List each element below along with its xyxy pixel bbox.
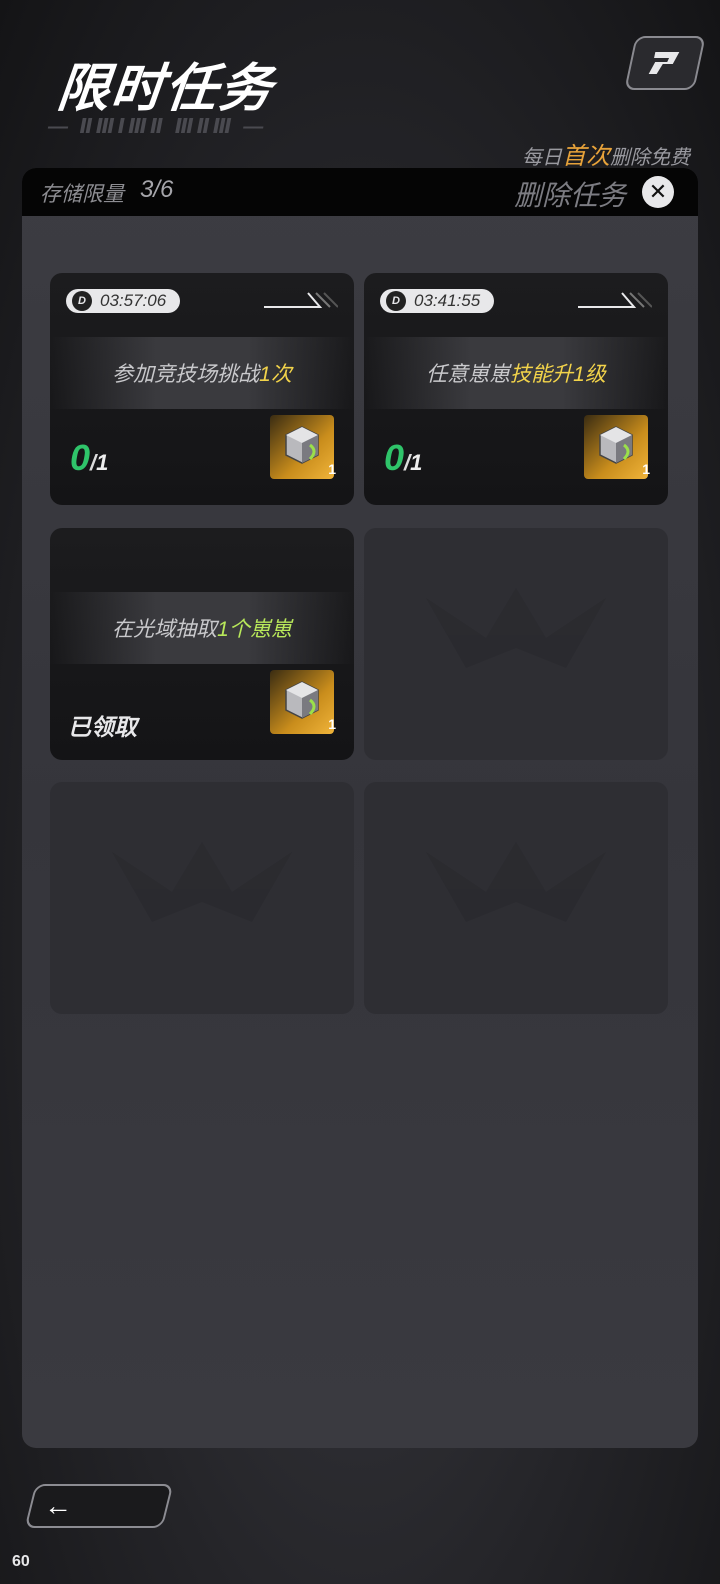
reward-item[interactable] [584, 415, 648, 479]
task-text-highlight: 技能升1级 [510, 363, 606, 386]
clock-icon: D [72, 291, 92, 311]
task-description: 参加竞技场挑战 1次 [50, 337, 354, 409]
timer-text: 03:57:06 [100, 291, 167, 310]
task-card[interactable]: D 03:57:06 参加竞技场挑战 1次 0/1 1 [50, 273, 354, 505]
emblem-watermark-icon [112, 842, 292, 922]
task-card[interactable]: D 03:41:55 任意崽崽 技能升1级 0/1 1 [364, 273, 668, 505]
task-description: 在光域抽取 1个崽崽 [50, 592, 354, 664]
free-note-suffix: 删除免费 [610, 147, 690, 169]
task-progress: 0/1 [70, 437, 109, 478]
task-timer: D 03:41:55 [380, 289, 495, 313]
reward-item[interactable] [270, 415, 334, 479]
task-timer: D 03:57:06 [66, 289, 181, 313]
progress-total: 1 [410, 450, 423, 475]
progress-current: 0 [70, 437, 91, 478]
menu-logo-button[interactable] [624, 36, 706, 90]
free-note-prefix: 每日 [522, 147, 562, 169]
task-text-highlight: 1个崽崽 [217, 618, 292, 641]
emblem-watermark-icon [426, 842, 606, 922]
fps-counter: 60 [12, 1553, 30, 1570]
close-icon: ✕ [648, 179, 668, 204]
empty-task-slot [50, 782, 354, 1014]
arrow-decoration-icon [578, 292, 652, 308]
title-decoration: — ⅡⅢⅠⅢⅡ ⅢⅡⅢ — [48, 116, 267, 138]
reward-count: 1 [328, 461, 336, 477]
delete-task-label[interactable]: 删除任务 [514, 174, 626, 214]
progress-current: 0 [384, 437, 405, 478]
arrow-decoration-icon [264, 292, 338, 308]
free-delete-note: 每日首次删除免费 [522, 136, 690, 171]
brand-logo-icon [648, 52, 680, 74]
storage-count: 3/6 [140, 176, 174, 203]
task-text-plain: 任意崽崽 [426, 363, 511, 386]
task-card[interactable]: 在光域抽取 1个崽崽 已领取 1 [50, 528, 354, 760]
task-text-plain: 参加竞技场挑战 [112, 363, 260, 386]
empty-task-slot [364, 528, 668, 760]
clock-icon: D [386, 291, 406, 311]
reward-item[interactable] [270, 670, 334, 734]
reward-count: 1 [328, 716, 336, 732]
panel-header: 存储限量 3/6 删除任务 ✕ [22, 168, 698, 216]
page-title: 限时任务 [54, 60, 277, 118]
storage-label: 存储限量 [40, 183, 124, 206]
task-progress: 0/1 [384, 437, 423, 478]
back-arrow-icon[interactable]: ← [44, 1490, 72, 1522]
claimed-status: 已领取 [68, 714, 137, 740]
task-text-highlight: 1次 [259, 363, 292, 386]
cube-reward-icon [285, 681, 319, 719]
emblem-watermark-icon [426, 588, 606, 668]
task-text-plain: 在光域抽取 [112, 618, 218, 641]
cube-reward-icon [599, 426, 633, 464]
reward-count: 1 [642, 461, 650, 477]
task-panel: 存储限量 3/6 删除任务 ✕ D 03:57:06 参加竞技场挑战 1次 0/1 [22, 168, 698, 1448]
cube-reward-icon [285, 426, 319, 464]
progress-total: 1 [96, 450, 109, 475]
empty-task-slot [364, 782, 668, 1014]
timer-text: 03:41:55 [414, 291, 481, 310]
delete-task-button[interactable]: ✕ [642, 176, 674, 208]
free-note-highlight: 首次 [562, 143, 610, 170]
task-description: 任意崽崽 技能升1级 [364, 337, 668, 409]
